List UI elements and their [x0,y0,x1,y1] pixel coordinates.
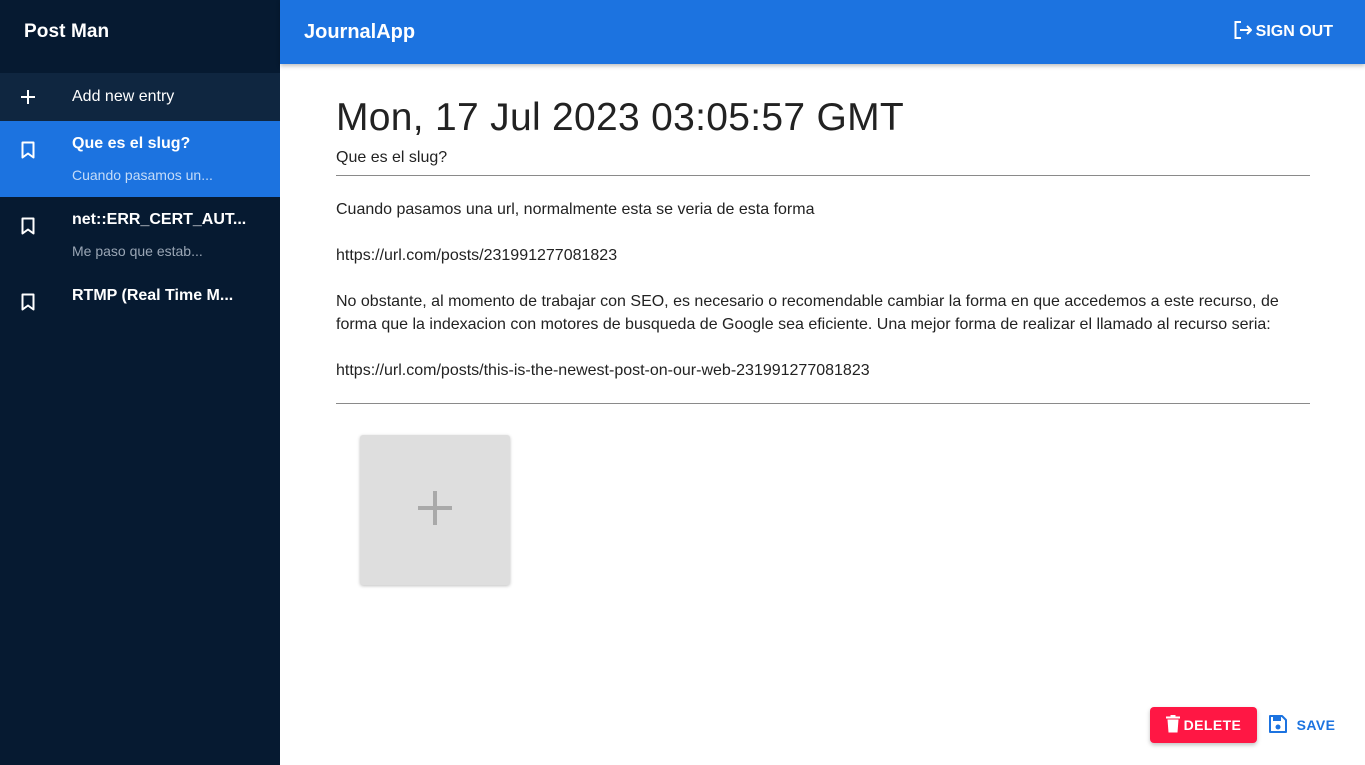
sign-out-button[interactable]: SIGN OUT [1232,19,1333,46]
entry-subtitle: Me paso que estab... [72,243,203,259]
save-icon [1268,714,1297,736]
add-new-entry-label: Add new entry [72,88,175,105]
delete-button[interactable]: DELETE [1150,707,1257,743]
sidebar-entry-err-cert[interactable]: net::ERR_CERT_AUT... Me paso que estab..… [0,197,280,273]
note-body-textarea[interactable]: Cuando pasamos una url, normalmente esta… [336,198,1310,404]
app-bar: JournalApp SIGN OUT [280,0,1365,64]
body-paragraph: No obstante, al momento de trabajar con … [336,293,1279,333]
bookmark-icon [0,211,56,235]
add-image-button[interactable] [360,435,510,585]
body-paragraph: Cuando pasamos una url, normalmente esta… [336,201,815,218]
bookmark-icon [0,287,56,311]
save-label: SAVE [1296,717,1336,733]
logout-icon [1232,19,1256,46]
entry-title: RTMP (Real Time M... [72,287,234,304]
note-view: Mon, 17 Jul 2023 03:05:57 GMT Que es el … [336,64,1310,404]
sidebar-entry-slug[interactable]: Que es el slug? Cuando pasamos un... [0,121,280,197]
entry-title: Que es el slug? [72,135,191,152]
plus-icon [0,89,56,105]
sign-out-label: SIGN OUT [1255,23,1333,40]
note-date: Mon, 17 Jul 2023 03:05:57 GMT [336,96,905,139]
bookmark-icon [0,135,56,159]
save-button[interactable]: SAVE [1262,707,1342,743]
app-brand: JournalApp [304,20,416,43]
sidebar: Post Man Add new entry Que es el slug? C… [0,0,280,765]
sidebar-entry-rtmp[interactable]: RTMP (Real Time M... [0,273,280,321]
trash-icon [1165,714,1184,736]
entry-title: net::ERR_CERT_AUT... [72,211,247,228]
entry-subtitle: Cuando pasamos un... [72,167,213,183]
plus-icon [416,489,454,532]
note-title-input[interactable]: Que es el slug? [336,148,1310,176]
delete-label: DELETE [1183,717,1242,733]
body-paragraph: https://url.com/posts/231991277081823 [336,247,618,264]
add-new-entry-button[interactable]: Add new entry [0,73,280,121]
body-paragraph: https://url.com/posts/this-is-the-newest… [336,362,870,379]
sidebar-title: Post Man [24,21,110,42]
